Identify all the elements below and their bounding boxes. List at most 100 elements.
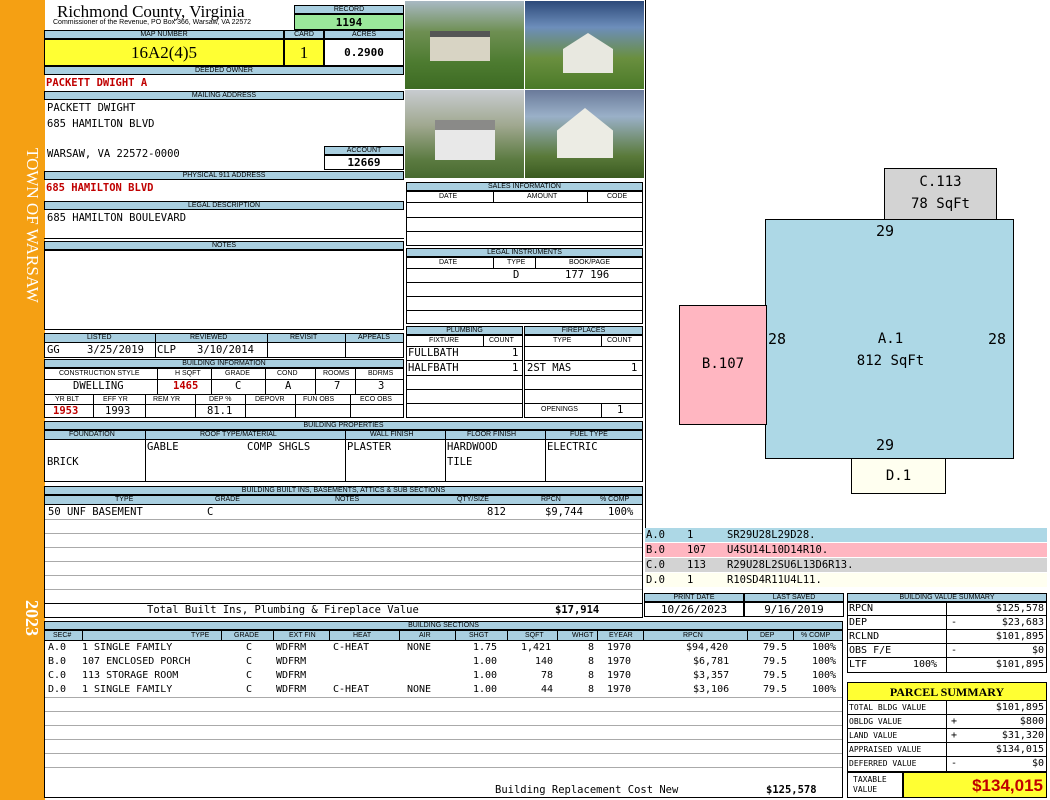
sketch-section-b: B.107 xyxy=(679,305,767,425)
plumbing-table: FIXTURE COUNT FULLBATH 1 HALFBATH 1 xyxy=(406,335,523,418)
listed-date: 3/25/2019 xyxy=(87,344,144,356)
summary-row: OBS F/E - $0 xyxy=(847,644,1047,658)
depreciation-pct: 81.1 xyxy=(207,405,233,417)
builtin-rpcn: $9,744 xyxy=(545,506,583,518)
map-number: 16A2(4)5 xyxy=(44,39,284,66)
sales-table: DATE AMOUNT CODE xyxy=(406,191,643,246)
listed-by: GG xyxy=(47,344,60,356)
dim-right: 28 xyxy=(988,330,1007,348)
notes-header: NOTES xyxy=(44,241,404,250)
fireplace-type-1: 2ST MAS xyxy=(527,362,572,374)
fireplaces-header: FIREPLACES xyxy=(524,326,643,335)
sketch-codes: A.0 1 SR29U28L29D28. B.0 107 U4SU14L10D14R10… xyxy=(645,528,1047,588)
dim-left: 28 xyxy=(768,330,787,348)
grade: C xyxy=(235,380,242,392)
instruments-table: DATE TYPE BOOK/PAGE D 177 196 xyxy=(406,257,643,324)
builtin-qty: 812 xyxy=(487,506,506,518)
floor-finish-1: HARDWOOD xyxy=(447,441,498,453)
print-date-header: PRINT DATE xyxy=(644,593,744,602)
card-header: CARD xyxy=(284,30,324,39)
condition: A xyxy=(285,380,292,392)
last-saved-date: 9/16/2019 xyxy=(744,602,844,617)
reviewed-date: 3/10/2014 xyxy=(197,344,254,356)
wall-finish: PLASTER xyxy=(347,441,392,453)
record-number: 1194 xyxy=(294,14,404,30)
bedrooms: 3 xyxy=(378,380,385,392)
summary-row: LTF 100% $101,895 xyxy=(849,659,1044,670)
roof-material: COMP SHGLS xyxy=(247,441,311,453)
mailing-line2: 685 HAMILTON BLVD xyxy=(47,118,155,130)
mailing-line1: PACKETT DWIGHT xyxy=(47,102,136,114)
county-subtitle: Commissioner of the Revenue, PO Box 366,… xyxy=(53,19,252,26)
sketch-area: C.113 78 SqFt A.1 812 SqFt 29 29 28 28 B… xyxy=(645,0,1050,528)
section-row: D.0 1 SINGLE FAMILY C WDFRM C-HEAT NONE 1.00 44… xyxy=(48,684,837,695)
floor-finish-2: TILE xyxy=(447,456,473,468)
dim-bottom: 29 xyxy=(876,436,895,454)
parcel-row: LAND VALUE + $31,320 xyxy=(847,729,1047,743)
summary-row: RPCN $125,578 xyxy=(847,602,1047,616)
account-number: 12669 xyxy=(324,155,404,170)
physical-address-header: PHYSICAL 911 ADDRESS xyxy=(44,171,404,180)
house-photo-4 xyxy=(525,90,644,178)
card-number: 1 xyxy=(284,39,324,66)
sketch-section-c: C.113 78 SqFt xyxy=(884,168,997,220)
instrument-bookpage: 177 196 xyxy=(565,269,610,281)
section-row: C.0 113 STORAGE ROOM C WDFRM 1.00 78 8 1970 $3,3… xyxy=(48,670,837,681)
house-photo-1 xyxy=(405,1,524,89)
plumbing-count-1: 1 xyxy=(512,347,519,359)
builtins-total-value: $17,914 xyxy=(555,604,600,616)
building-properties-header: BUILDING PROPERTIES xyxy=(44,421,643,430)
sketch-section-d: D.1 xyxy=(851,458,946,494)
listing-table: LISTED REVIEWED REVISIT APPEALS GG 3/25/… xyxy=(44,333,404,358)
value-summary-header: BUILDING VALUE SUMMARY xyxy=(847,593,1047,602)
dim-top: 29 xyxy=(876,222,895,240)
taxable-label: TAXABLE VALUE xyxy=(847,772,903,798)
replacement-cost-value: $125,578 xyxy=(766,784,817,796)
rooms: 7 xyxy=(334,380,341,392)
physical-address: 685 HAMILTON BLVD xyxy=(46,182,154,194)
parcel-row: TOTAL BLDG VALUE $101,895 xyxy=(847,701,1047,715)
reviewed-by: CLP xyxy=(157,344,176,356)
sidebar: TOWN OF WARSAW 2023 xyxy=(0,0,45,800)
mailing-header: MAILING ADDRESS xyxy=(44,91,404,100)
instruments-header: LEGAL INSTRUMENTS xyxy=(406,248,643,257)
legal-description: 685 HAMILTON BOULEVARD xyxy=(47,212,187,224)
construction-style: DWELLING xyxy=(73,380,124,392)
parcel-row: DEFERRED VALUE - $0 xyxy=(849,758,1044,769)
building-sections-header: BUILDING SECTIONS xyxy=(44,621,843,630)
mailing-line3: WARSAW, VA 22572-0000 xyxy=(47,148,180,160)
year-built: 1953 xyxy=(53,405,79,417)
plumbing-count-2: 1 xyxy=(512,362,519,374)
legal-header: LEGAL DESCRIPTION xyxy=(44,201,404,210)
builtins-total-label: Total Built Ins, Plumbing & Fireplace Va… xyxy=(147,604,419,616)
building-properties-table: FOUNDATION ROOF TYPE/MATERIAL WALL FINIS… xyxy=(44,430,643,482)
heated-sqft: 1465 xyxy=(173,380,199,392)
fireplace-openings: 1 xyxy=(617,404,624,416)
sketch-section-a: A.1 812 SqFt 29 29 28 28 xyxy=(765,219,1014,459)
account-header: ACCOUNT xyxy=(324,146,404,155)
foundation: BRICK xyxy=(47,456,79,468)
builtins-header: BUILDING BUILT INS, BASEMENTS, ATTICS & … xyxy=(44,486,643,495)
acres-header: ACRES xyxy=(324,30,404,39)
parcel-summary-header: PARCEL SUMMARY xyxy=(847,682,1047,701)
instrument-type: D xyxy=(513,269,520,281)
plumbing-fixture-1: FULLBATH xyxy=(408,347,459,359)
builtin-comp: 100% xyxy=(608,506,634,518)
plumbing-fixture-2: HALFBATH xyxy=(408,362,459,374)
plumbing-header: PLUMBING xyxy=(406,326,523,335)
builtins-table: TYPE GRADE NOTES QTY/SIZE RPCN % COMP 50… xyxy=(44,495,643,618)
sales-header: SALES INFORMATION xyxy=(406,182,643,191)
replacement-cost-label: Building Replacement Cost New xyxy=(495,784,679,796)
sketch-code-row: B.0 107 U4SU14L10D14R10. xyxy=(645,543,1047,557)
parcel-row: APPRAISED VALUE $134,015 xyxy=(847,743,1047,757)
fireplaces-table: TYPE COUNT 2ST MAS 1 OPENINGS 1 xyxy=(524,335,643,418)
section-row: B.0 107 ENCLOSED PORCH C WDFRM 1.00 140 8 1970 $… xyxy=(48,656,837,667)
acres-value: 0.2900 xyxy=(324,39,404,66)
town-name: TOWN OF WARSAW xyxy=(23,148,42,303)
map-number-header: MAP NUMBER xyxy=(44,30,284,39)
summary-row: DEP - $23,683 xyxy=(847,616,1047,630)
deeded-owner: PACKETT DWIGHT A xyxy=(46,77,148,89)
roof-type: GABLE xyxy=(147,441,179,453)
house-photo-2 xyxy=(525,1,644,89)
builtin-type: 50 UNF BASEMENT xyxy=(48,506,143,518)
